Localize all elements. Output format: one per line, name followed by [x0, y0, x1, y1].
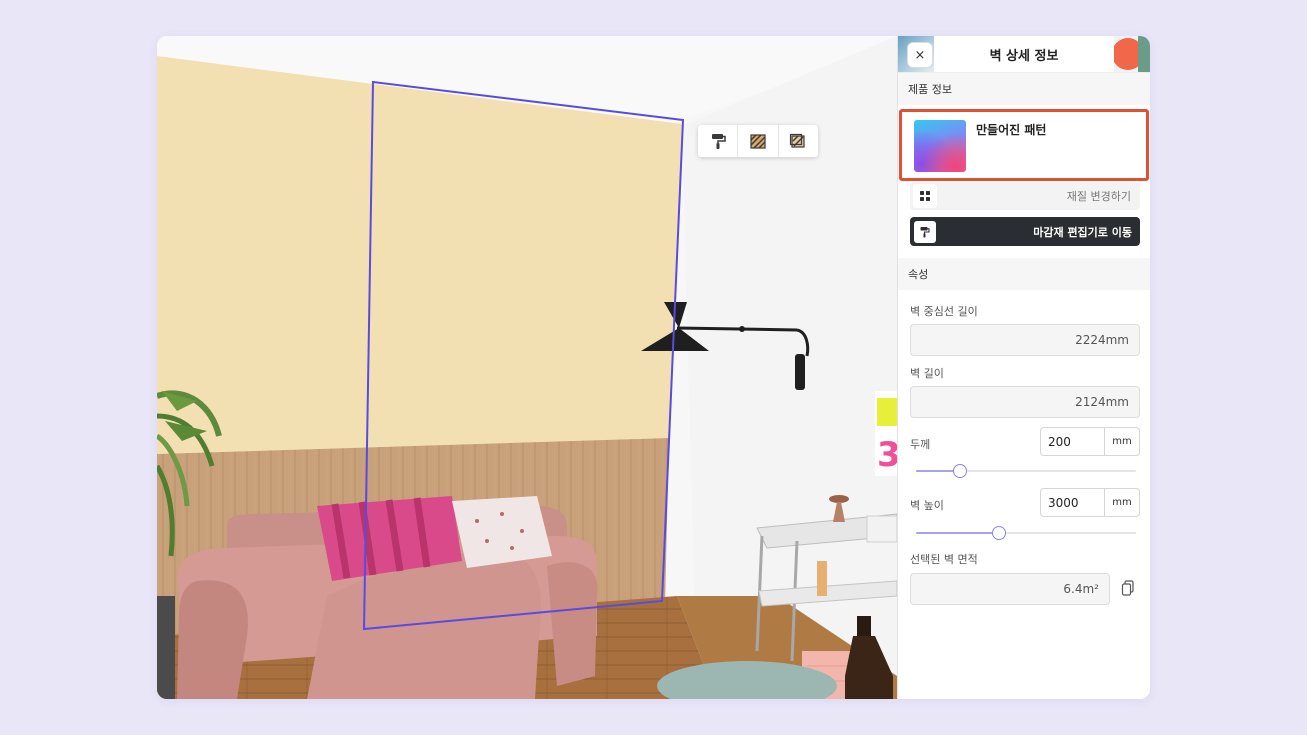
- selected-area-label: 선택된 벽 면적: [910, 553, 978, 566]
- copy-icon[interactable]: [1120, 579, 1136, 597]
- product-name: 만들어진 패턴: [976, 123, 1047, 137]
- slider-thumb[interactable]: [991, 526, 1006, 540]
- product-card[interactable]: 만들어진 패턴: [899, 109, 1149, 181]
- center-length-field: 2224mm: [910, 324, 1140, 356]
- wall-height-input-group: mm: [1040, 488, 1140, 517]
- thickness-label: 두께: [910, 438, 931, 451]
- wall-detail-panel: × 벽 상세 정보 제품 정보 만들어진 패턴 재질 변경하기 마감재 편집기로…: [897, 36, 1150, 699]
- thickness-input-group: mm: [1040, 427, 1140, 456]
- change-material-button[interactable]: 재질 변경하기: [910, 182, 1140, 210]
- svg-text:3: 3: [877, 435, 897, 475]
- close-button[interactable]: ×: [907, 42, 933, 68]
- wall-texture-icon[interactable]: [738, 125, 779, 157]
- wall-height-input[interactable]: [1041, 489, 1105, 516]
- wall-length-field: 2124mm: [910, 386, 1140, 418]
- header-decoration-right: [1114, 36, 1150, 72]
- change-material-label: 재질 변경하기: [1066, 190, 1131, 203]
- grid-icon: [913, 184, 937, 208]
- properties-section-label: 속성: [898, 258, 1150, 290]
- 3d-viewport[interactable]: 3: [157, 36, 897, 699]
- wall-height-label: 벽 높이: [910, 499, 944, 512]
- finish-editor-label: 마감재 편집기로 이동: [1033, 225, 1132, 239]
- thickness-unit: mm: [1112, 436, 1132, 447]
- panel-header: × 벽 상세 정보: [898, 36, 1150, 73]
- wall-poster: 3: [875, 391, 897, 476]
- slider-thumb[interactable]: [953, 464, 967, 478]
- wall-floating-toolbar: [698, 125, 818, 157]
- wall-height-slider[interactable]: [916, 526, 1136, 540]
- thickness-slider[interactable]: [916, 464, 1136, 478]
- thickness-input[interactable]: [1041, 428, 1105, 455]
- app-window: 3 × 벽 상세 정보 제품 정보 만들어진 패턴 재질 변경하기 마감재 편집…: [157, 36, 1150, 699]
- selected-area-field: 6.4m²: [910, 573, 1110, 605]
- center-length-label: 벽 중심선 길이: [910, 305, 978, 318]
- wall-pattern-icon[interactable]: [779, 125, 818, 157]
- wall-length-label: 벽 길이: [910, 367, 944, 380]
- product-thumbnail: [914, 120, 966, 172]
- back-wall-upper: [157, 56, 682, 454]
- paint-roller-icon[interactable]: [698, 125, 739, 157]
- finish-editor-button[interactable]: 마감재 편집기로 이동: [910, 217, 1140, 246]
- panel-title: 벽 상세 정보: [989, 48, 1059, 64]
- product-section-label: 제품 정보: [898, 73, 1150, 105]
- paint-roller-icon: [914, 220, 936, 243]
- slider-fill: [916, 532, 999, 534]
- wall-height-unit: mm: [1112, 497, 1132, 508]
